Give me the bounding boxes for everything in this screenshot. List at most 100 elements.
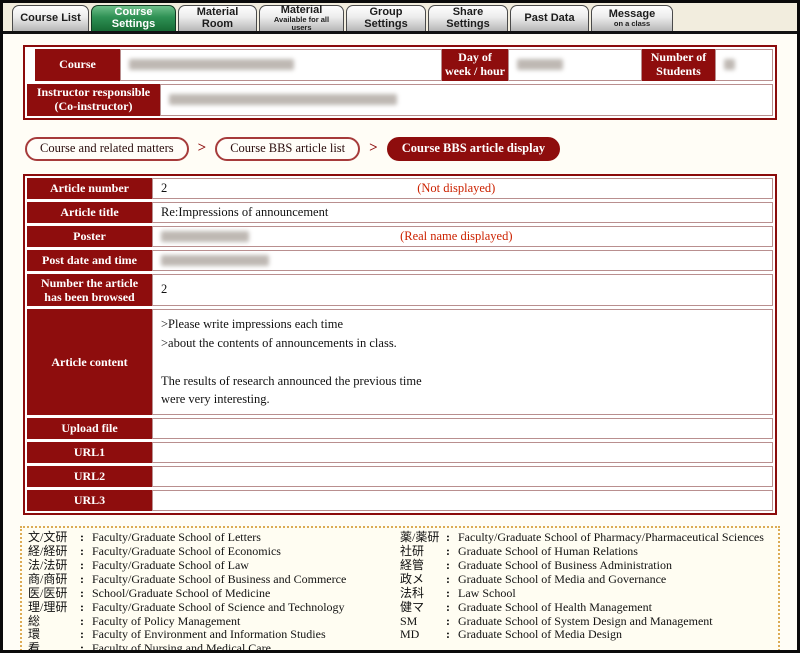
post-date-value xyxy=(152,249,773,271)
tab-label: Group Settings xyxy=(364,5,408,30)
course-value xyxy=(120,49,442,81)
legend-desc: Faculty/Graduate School of Pharmacy/Phar… xyxy=(458,530,764,545)
upload-file-label: Upload file xyxy=(27,418,152,440)
legend-abbr: SM xyxy=(400,613,418,628)
legend-desc: Graduate School of Human Relations xyxy=(458,544,638,559)
legend-abbr: 総 xyxy=(28,613,41,628)
legend-item: 健マ : Graduate School of Health Managemen… xyxy=(400,599,772,615)
legend-item: SM : Graduate School of System Design an… xyxy=(400,613,772,629)
article-number-row: Article number 2 (Not displayed) xyxy=(27,177,773,199)
poster-value: (Real name displayed) xyxy=(152,225,773,247)
tab-label: Past Data xyxy=(524,11,575,24)
redacted-course-name xyxy=(129,59,294,71)
legend-desc: Graduate School of Health Management xyxy=(458,599,652,614)
legend-item: 政メ : Graduate School of Media and Govern… xyxy=(400,572,772,587)
tab-label: Course Settings xyxy=(111,5,156,30)
url3-label: URL3 xyxy=(27,490,152,512)
post-date-label: Post date and time xyxy=(27,249,152,271)
browsed-count-row: Number the article has been browsed 2 xyxy=(27,273,773,307)
legend-item: 看 : Faculty of Nursing and Medical Care xyxy=(28,641,400,653)
poster-row: Poster (Real name displayed) xyxy=(27,225,773,247)
legend-desc: Faculty/Graduate School of Business and … xyxy=(92,571,347,586)
post-date-row: Post date and time xyxy=(27,249,773,271)
breadcrumb: Course and related matters > Course BBS … xyxy=(25,136,777,161)
legend-item: 総 : Faculty of Policy Management xyxy=(28,613,400,629)
legend-right-column: 薬/薬研 : Faculty/Graduate School of Pharma… xyxy=(400,530,772,650)
tab-message[interactable]: Message on a class xyxy=(591,5,673,31)
instructor-value xyxy=(160,83,773,116)
not-displayed-note: (Not displayed) xyxy=(417,180,496,195)
tab-course-list[interactable]: Course List xyxy=(12,5,89,31)
upload-file-row: Upload file xyxy=(27,418,773,440)
instructor-label: Instructor responsible (Co-instructor) xyxy=(27,83,160,116)
redacted-student-count xyxy=(724,59,735,71)
tab-course-settings[interactable]: Course Settings xyxy=(91,5,176,31)
legend-abbr: 経/経研 xyxy=(28,544,68,559)
legend-colon: : xyxy=(446,599,450,614)
legend-colon: : xyxy=(80,613,84,628)
tab-past-data[interactable]: Past Data xyxy=(510,5,589,31)
legend-item: 社研 : Graduate School of Human Relations xyxy=(400,544,772,559)
legend-item: 経管 : Graduate School of Business Adminis… xyxy=(400,558,772,573)
breadcrumb-course-related-matters[interactable]: Course and related matters xyxy=(25,136,189,161)
students-label: Number of Students xyxy=(642,49,715,81)
legend-left-column: 文/文研 : Faculty/Graduate School of Letter… xyxy=(28,530,400,653)
legend-abbr: 薬/薬研 xyxy=(400,530,440,545)
breadcrumb-separator: > xyxy=(197,140,207,157)
breadcrumb-separator: > xyxy=(369,140,378,157)
article-number-text: 2 xyxy=(161,180,168,195)
legend-desc: Graduate School of System Design and Man… xyxy=(458,613,713,628)
tab-bar: Course List Course Settings Material Roo… xyxy=(3,3,797,34)
url3-value xyxy=(152,490,773,512)
legend-desc: Faculty of Nursing and Medical Care xyxy=(92,641,271,653)
tab-label: Share Settings xyxy=(446,5,490,30)
tab-material-room[interactable]: Material Room xyxy=(178,5,257,31)
course-header-row1: Course Day of week / hour Number of Stud… xyxy=(27,49,773,81)
article-content-row: Article content >Please write impression… xyxy=(27,309,773,416)
url3-row: URL3 xyxy=(27,490,773,512)
legend-desc: Faculty/Graduate School of Economics xyxy=(92,544,281,559)
url1-row: URL1 xyxy=(27,442,773,464)
article-number-label: Article number xyxy=(27,177,152,199)
spacer xyxy=(27,49,35,81)
article-title-row: Article title Re:Impressions of announce… xyxy=(27,201,773,223)
faculty-legend-box: 文/文研 : Faculty/Graduate School of Letter… xyxy=(20,526,780,653)
redacted-post-date xyxy=(161,254,269,266)
breadcrumb-bbs-article-display[interactable]: Course BBS article display xyxy=(386,136,561,161)
legend-abbr: 理/理研 xyxy=(28,599,68,614)
legend-abbr: MD xyxy=(400,627,420,642)
legend-abbr: 看 xyxy=(28,641,41,653)
article-title-value: Re:Impressions of announcement xyxy=(152,201,773,223)
legend-item: 法/法研 : Faculty/Graduate School of Law xyxy=(28,557,400,573)
article-content-label: Article content xyxy=(27,309,152,416)
tab-material[interactable]: Material Available for all users xyxy=(259,4,344,33)
tab-sublabel: on a class xyxy=(613,19,651,29)
legend-desc: School/Graduate School of Medicine xyxy=(92,585,271,600)
real-name-displayed-note: (Real name displayed) xyxy=(400,228,513,243)
legend-colon: : xyxy=(80,557,84,572)
breadcrumb-bbs-article-list[interactable]: Course BBS article list xyxy=(215,136,361,161)
legend-abbr: 商/商研 xyxy=(28,571,68,586)
legend-item: 環 : Faculty of Environment and Informati… xyxy=(28,628,400,642)
tab-sublabel: Available for all users xyxy=(273,15,330,33)
legend-desc: Faculty of Environment and Information S… xyxy=(92,627,326,642)
legend-colon: : xyxy=(80,627,84,642)
legend-abbr: 健マ xyxy=(400,599,425,614)
course-label: Course xyxy=(35,49,120,81)
legend-colon: : xyxy=(80,530,84,545)
redacted-day-hour xyxy=(517,59,563,71)
legend-desc: Faculty/Graduate School of Science and T… xyxy=(92,599,345,614)
legend-item: 薬/薬研 : Faculty/Graduate School of Pharma… xyxy=(400,530,772,545)
legend-colon: : xyxy=(446,585,450,600)
legend-desc: Faculty of Policy Management xyxy=(92,613,241,628)
url1-value xyxy=(152,442,773,464)
tab-share-settings[interactable]: Share Settings xyxy=(428,5,508,31)
legend-item: 理/理研 : Faculty/Graduate School of Scienc… xyxy=(28,599,400,615)
legend-abbr: 法/法研 xyxy=(28,557,68,572)
browsed-count-value: 2 xyxy=(152,273,773,307)
day-of-week-value xyxy=(508,49,642,81)
legend-item: 文/文研 : Faculty/Graduate School of Letter… xyxy=(28,530,400,545)
url2-value xyxy=(152,466,773,488)
tab-group-settings[interactable]: Group Settings xyxy=(346,5,426,31)
day-of-week-label: Day of week / hour xyxy=(442,49,508,81)
